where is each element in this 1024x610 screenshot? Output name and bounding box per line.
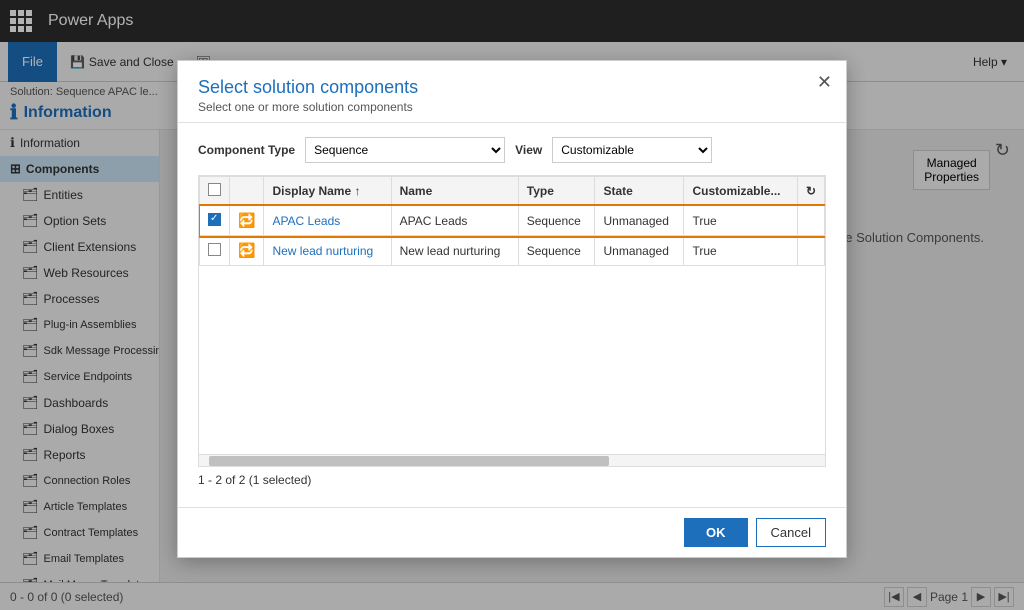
component-type-select[interactable]: Sequence	[305, 137, 505, 163]
header-customizable[interactable]: Customizable...	[684, 177, 797, 206]
row1-type: Sequence	[518, 206, 595, 236]
modal-subtitle: Select one or more solution components	[198, 100, 826, 114]
header-icon-col	[230, 177, 264, 206]
row1-name: APAC Leads	[391, 206, 518, 236]
modal-record-count: 1 - 2 of 2 (1 selected)	[198, 473, 826, 487]
row2-checkbox[interactable]	[208, 243, 221, 256]
table-refresh-icon: ↻	[806, 184, 816, 198]
hscroll-thumb[interactable]	[209, 456, 609, 466]
row1-refresh	[797, 206, 824, 236]
table-row[interactable]: 🔁 APAC Leads APAC Leads Sequence Unmanag…	[200, 206, 825, 236]
row1-state: Unmanaged	[595, 206, 684, 236]
select-all-checkbox[interactable]	[208, 183, 221, 196]
view-select[interactable]: Customizable	[552, 137, 712, 163]
customizable-label: Customizable...	[692, 184, 780, 198]
modal-overlay: Select solution components Select one or…	[0, 0, 1024, 610]
row2-refresh	[797, 236, 824, 266]
type-label: Type	[527, 184, 554, 198]
component-type-label: Component Type	[198, 143, 295, 157]
sequence-icon: 🔁	[238, 212, 255, 228]
modal-title: Select solution components	[198, 77, 826, 98]
row1-customizable: True	[684, 206, 797, 236]
state-label: State	[603, 184, 632, 198]
table-scroll[interactable]: Display Name ↑ Name Type State	[199, 176, 825, 454]
modal-footer: OK Cancel	[178, 507, 846, 557]
table-row[interactable]: 🔁 New lead nurturing New lead nurturing …	[200, 236, 825, 266]
row2-icon-cell: 🔁	[230, 236, 264, 266]
modal-body: Component Type Sequence View Customizabl…	[178, 123, 846, 507]
row2-display-name[interactable]: New lead nurturing	[264, 236, 391, 266]
header-name[interactable]: Name	[391, 177, 518, 206]
components-table: Display Name ↑ Name Type State	[199, 176, 825, 266]
filter-row: Component Type Sequence View Customizabl…	[198, 137, 826, 163]
header-display-name[interactable]: Display Name ↑	[264, 177, 391, 206]
table-container: Display Name ↑ Name Type State	[198, 175, 826, 455]
name-label: Name	[400, 184, 433, 198]
row1-checkbox-cell[interactable]	[200, 206, 230, 236]
display-name-label: Display Name ↑	[272, 184, 360, 198]
cancel-button[interactable]: Cancel	[756, 518, 826, 547]
header-state[interactable]: State	[595, 177, 684, 206]
row2-display-name-link[interactable]: New lead nurturing	[272, 244, 373, 258]
row2-type: Sequence	[518, 236, 595, 266]
row2-name: New lead nurturing	[391, 236, 518, 266]
sequence-icon2: 🔁	[238, 242, 255, 258]
header-refresh[interactable]: ↻	[797, 177, 824, 206]
modal-close-button[interactable]: ✕	[817, 73, 832, 91]
row1-display-name-link[interactable]: APAC Leads	[272, 214, 340, 228]
row2-state: Unmanaged	[595, 236, 684, 266]
modal-header: Select solution components Select one or…	[178, 61, 846, 123]
modal-dialog: Select solution components Select one or…	[177, 60, 847, 558]
row2-checkbox-cell[interactable]	[200, 236, 230, 266]
row2-customizable: True	[684, 236, 797, 266]
table-horizontal-scrollbar[interactable]	[198, 455, 826, 467]
row1-icon-cell: 🔁	[230, 206, 264, 236]
row1-checkbox[interactable]	[208, 213, 221, 226]
view-label: View	[515, 143, 542, 157]
header-checkbox-col[interactable]	[200, 177, 230, 206]
table-header-row: Display Name ↑ Name Type State	[200, 177, 825, 206]
header-type[interactable]: Type	[518, 177, 595, 206]
ok-button[interactable]: OK	[684, 518, 748, 547]
row1-display-name[interactable]: APAC Leads	[264, 206, 391, 236]
